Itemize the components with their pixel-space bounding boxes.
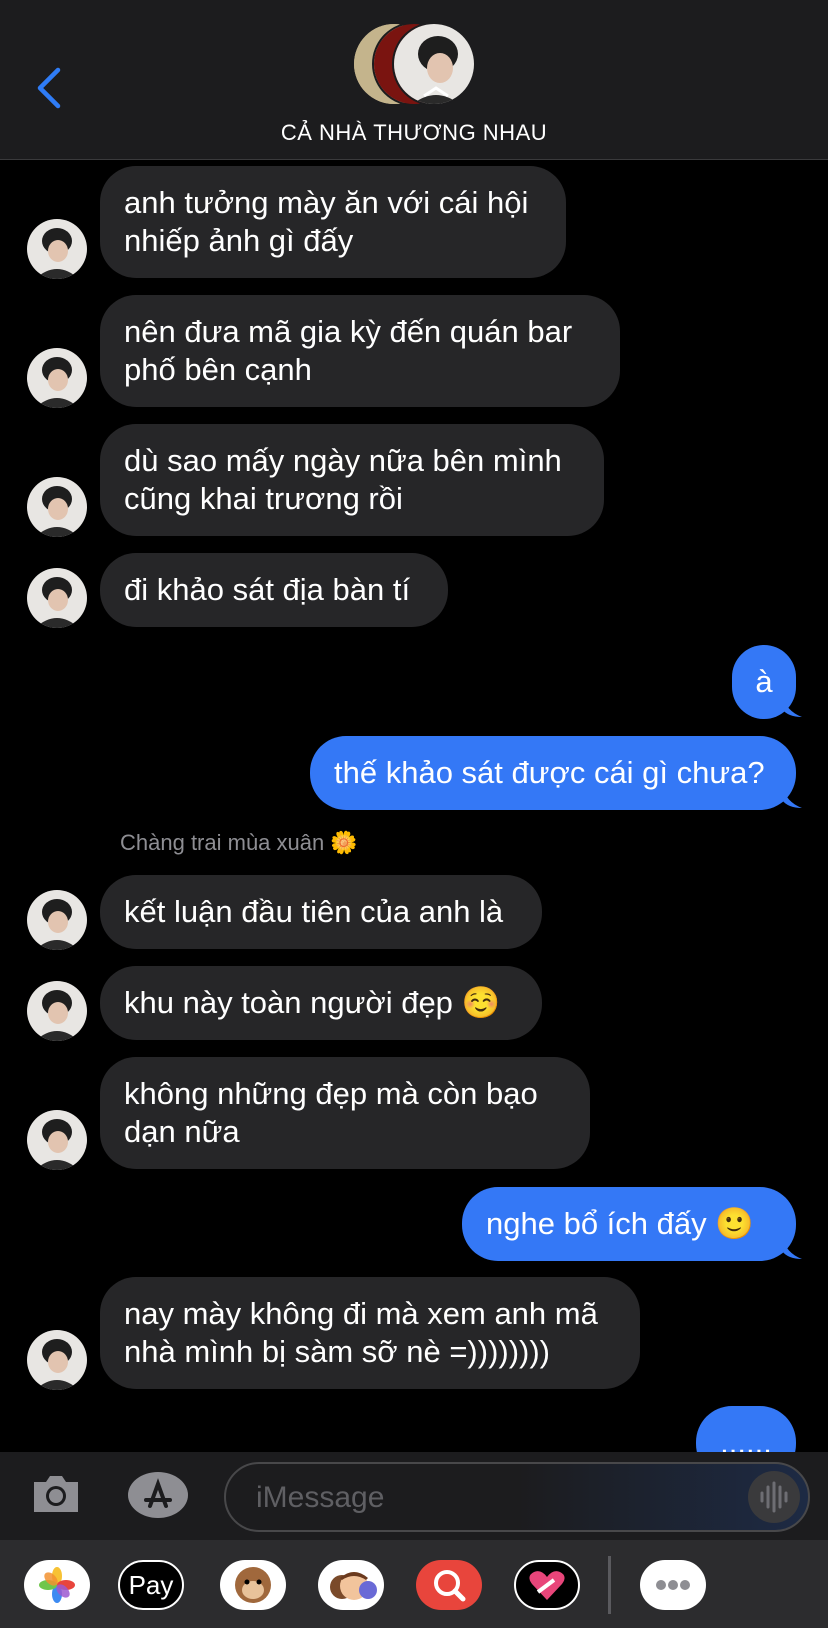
outgoing-message-bubble[interactable]: thế khảo sát được cái gì chưa? [310,736,796,810]
message-thread[interactable]: anh tưởng mày ăn với cái hội nhiếp ảnh g… [0,160,828,1452]
drawer-divider [608,1556,611,1614]
sender-avatar[interactable] [27,348,87,408]
app-store-icon [128,1472,188,1518]
sender-avatar[interactable] [27,477,87,537]
sender-avatar[interactable] [27,890,87,950]
compose-bar: iMessage [0,1452,828,1540]
sender-avatar[interactable] [27,219,87,279]
bubble-tail [782,695,802,717]
animoji-app-icon[interactable] [220,1560,286,1610]
sender-avatar[interactable] [27,1330,87,1390]
memoji-app-icon[interactable] [318,1560,384,1610]
sender-avatar[interactable] [27,1110,87,1170]
voice-message-button[interactable] [748,1471,800,1523]
message-input[interactable]: iMessage [224,1462,810,1532]
incoming-message-bubble[interactable]: nên đưa mã gia kỳ đến quán bar phố bên c… [100,295,620,407]
group-member-avatar [392,22,476,106]
sender-avatar[interactable] [27,981,87,1041]
photos-app-icon[interactable] [24,1560,90,1610]
conversation-header: CẢ NHÀ THƯƠNG NHAU [0,0,828,160]
digital-touch-app-icon[interactable] [514,1560,580,1610]
camera-icon [34,1476,78,1512]
bubble-tail [782,786,802,808]
waveform-icon [760,1481,788,1513]
bubble-tail [782,1237,802,1259]
apple-pay-app-icon[interactable]: Pay [118,1560,184,1610]
back-button[interactable] [30,62,70,114]
outgoing-message-bubble[interactable]: nghe bổ ích đấy 🙂 [462,1187,796,1261]
group-name[interactable]: CẢ NHÀ THƯƠNG NHAU [0,120,828,146]
sender-name-label: Chàng trai mùa xuân 🌼 [120,830,358,855]
incoming-message-bubble[interactable]: anh tưởng mày ăn với cái hội nhiếp ảnh g… [100,166,566,278]
incoming-message-bubble[interactable]: không những đẹp mà còn bạo dạn nữa [100,1057,590,1169]
incoming-message-bubble[interactable]: đi khảo sát địa bàn tí [100,553,448,627]
incoming-message-bubble[interactable]: khu này toàn người đẹp ☺️ [100,966,542,1040]
app-store-button[interactable] [126,1470,190,1520]
more-apps-icon[interactable] [640,1560,706,1610]
app-drawer: Pay [0,1540,828,1628]
sender-avatar[interactable] [27,568,87,628]
incoming-message-bubble[interactable]: nay mày không đi mà xem anh mã nhà mình … [100,1277,640,1389]
message-input-placeholder: iMessage [256,1481,385,1514]
incoming-message-bubble[interactable]: dù sao mấy ngày nữa bên mình cũng khai t… [100,424,604,536]
camera-button[interactable] [30,1472,82,1516]
group-avatar-stack[interactable] [352,22,482,110]
incoming-message-bubble[interactable]: kết luận đầu tiên của anh là [100,875,542,949]
image-search-app-icon[interactable] [416,1560,482,1610]
chevron-left-icon [37,67,61,109]
outgoing-message-bubble[interactable]: ...... [696,1406,796,1452]
